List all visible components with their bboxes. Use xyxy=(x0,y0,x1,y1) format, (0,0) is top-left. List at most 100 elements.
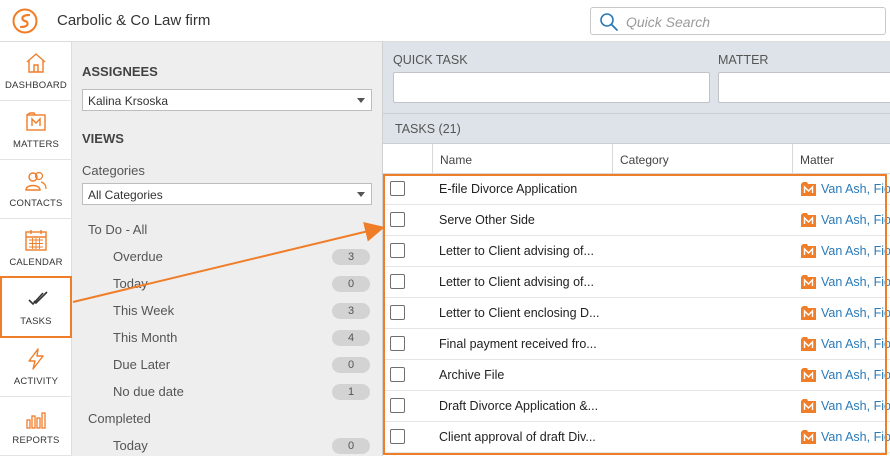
chevron-down-icon xyxy=(357,98,365,103)
view-due-later[interactable]: Due Later 0 xyxy=(82,356,370,374)
view-this-week[interactable]: This Week 3 xyxy=(82,302,370,320)
matter-link[interactable]: Van Ash, Fio xyxy=(821,182,890,196)
categories-label: Categories xyxy=(82,163,145,178)
nav-dashboard-label: DASHBOARD xyxy=(5,80,67,91)
view-todo-all[interactable]: To Do - All xyxy=(82,221,370,239)
row-checkbox[interactable] xyxy=(390,336,405,351)
assignees-heading: ASSIGNEES xyxy=(82,64,158,79)
task-name[interactable]: Final payment received fro... xyxy=(439,337,597,351)
nav-matters[interactable]: MATTERS xyxy=(0,101,72,160)
count-badge: 4 xyxy=(332,330,370,346)
row-checkbox[interactable] xyxy=(390,243,405,258)
matter-link[interactable]: Van Ash, Fio xyxy=(821,368,890,382)
matter-input[interactable] xyxy=(718,72,890,103)
main-navigation: DASHBOARD MATTERS CONTACTS CALENDAR TASK… xyxy=(0,42,72,456)
row-checkbox[interactable] xyxy=(390,305,405,320)
chevron-down-icon xyxy=(357,192,365,197)
row-checkbox[interactable] xyxy=(390,398,405,413)
lightning-icon xyxy=(28,348,44,370)
nav-calendar[interactable]: CALENDAR xyxy=(0,219,72,278)
quick-search-input[interactable]: Quick Search xyxy=(590,7,886,35)
view-completed[interactable]: Completed xyxy=(82,410,370,428)
matter-link[interactable]: Van Ash, Fio xyxy=(821,337,890,351)
top-bar: Carbolic & Co Law firm Quick Search xyxy=(0,0,890,42)
matter-icon xyxy=(801,213,816,227)
table-row[interactable]: Serve Other Side Van Ash, Fio xyxy=(383,205,890,236)
table-row[interactable]: Final payment received fro... Van Ash, Fi… xyxy=(383,329,890,360)
nav-reports-label: REPORTS xyxy=(12,435,60,446)
nav-activity-label: ACTIVITY xyxy=(13,376,59,387)
matter-link[interactable]: Van Ash, Fio xyxy=(821,213,890,227)
task-name[interactable]: E-file Divorce Application xyxy=(439,182,577,196)
select-column-header xyxy=(383,144,432,174)
row-checkbox[interactable] xyxy=(390,429,405,444)
matter-link[interactable]: Van Ash, Fio xyxy=(821,306,890,320)
house-icon xyxy=(26,53,46,73)
nav-tasks[interactable]: TASKS xyxy=(0,276,72,338)
task-name[interactable]: Letter to Client advising of... xyxy=(439,244,594,258)
table-row[interactable]: Client approval of draft Div... Van Ash, … xyxy=(383,422,890,453)
column-header-category[interactable]: Category xyxy=(612,144,792,174)
view-completed-today[interactable]: Today 0 xyxy=(82,437,370,455)
matter-link[interactable]: Van Ash, Fio xyxy=(821,399,890,413)
view-completed-label: Completed xyxy=(88,411,151,426)
view-no-due-date[interactable]: No due date 1 xyxy=(82,383,370,401)
table-row[interactable]: Letter to Client advising of... Van Ash, … xyxy=(383,267,890,298)
count-badge: 3 xyxy=(332,249,370,265)
task-name[interactable]: Archive File xyxy=(439,368,504,382)
task-name[interactable]: Letter to Client enclosing D... xyxy=(439,306,600,320)
table-row[interactable]: Letter to Client enclosing D... Van Ash, … xyxy=(383,298,890,329)
table-row[interactable]: Archive File Van Ash, Fio xyxy=(383,360,890,391)
quick-task-bar: QUICK TASK MATTER xyxy=(383,42,890,114)
matter-link[interactable]: Van Ash, Fio xyxy=(821,244,890,258)
view-label: This Month xyxy=(113,330,178,345)
view-label: Due Later xyxy=(113,357,171,372)
task-name[interactable]: Serve Other Side xyxy=(439,213,535,227)
table-row[interactable]: Draft Divorce Application &... Van Ash, F… xyxy=(383,391,890,422)
matter-icon xyxy=(801,244,816,258)
matter-link[interactable]: Van Ash, Fio xyxy=(821,430,890,444)
row-checkbox[interactable] xyxy=(390,367,405,382)
nav-matters-label: MATTERS xyxy=(12,139,60,150)
count-badge: 0 xyxy=(332,276,370,292)
count-badge: 0 xyxy=(332,438,370,454)
count-badge: 0 xyxy=(332,357,370,373)
view-today[interactable]: Today 0 xyxy=(82,275,370,293)
categories-select[interactable]: All Categories xyxy=(82,183,372,205)
task-name[interactable]: Draft Divorce Application &... xyxy=(439,399,598,413)
count-badge: 3 xyxy=(332,303,370,319)
matter-link[interactable]: Van Ash, Fio xyxy=(821,275,890,289)
column-header-matter[interactable]: Matter xyxy=(792,144,890,174)
view-label: Overdue xyxy=(113,249,163,264)
tasks-header-bar: TASKS (21) xyxy=(383,114,890,144)
quick-task-input[interactable] xyxy=(393,72,710,103)
nav-dashboard[interactable]: DASHBOARD xyxy=(0,42,72,101)
table-row[interactable]: E-file Divorce Application Van Ash, Fio xyxy=(383,174,890,205)
row-checkbox[interactable] xyxy=(390,274,405,289)
nav-tasks-label: TASKS xyxy=(20,316,52,327)
bar-chart-icon xyxy=(26,412,46,429)
contacts-icon xyxy=(25,171,47,191)
table-row[interactable]: Letter to Client advising of... Van Ash, … xyxy=(383,236,890,267)
row-checkbox[interactable] xyxy=(390,181,405,196)
view-todo-all-label: To Do - All xyxy=(88,222,148,237)
view-label: Today xyxy=(113,438,148,453)
nav-activity[interactable]: ACTIVITY xyxy=(0,338,72,397)
view-this-month[interactable]: This Month 4 xyxy=(82,329,370,347)
row-checkbox[interactable] xyxy=(390,212,405,227)
tasks-checkmark-icon xyxy=(28,291,48,306)
tasks-table-header: Name Category Matter xyxy=(383,144,890,174)
app-logo-icon[interactable] xyxy=(12,8,38,34)
view-label: No due date xyxy=(113,384,184,399)
task-name[interactable]: Client approval of draft Div... xyxy=(439,430,596,444)
view-overdue[interactable]: Overdue 3 xyxy=(82,248,370,266)
column-header-name[interactable]: Name xyxy=(432,144,612,174)
task-name[interactable]: Letter to Client advising of... xyxy=(439,275,594,289)
nav-contacts[interactable]: CONTACTS xyxy=(0,160,72,219)
matter-icon xyxy=(801,368,816,382)
assignee-select[interactable]: Kalina Krsoska xyxy=(82,89,372,111)
nav-reports[interactable]: REPORTS xyxy=(0,397,72,456)
count-badge: 1 xyxy=(332,384,370,400)
matter-icon xyxy=(801,306,816,320)
matter-icon xyxy=(801,337,816,351)
